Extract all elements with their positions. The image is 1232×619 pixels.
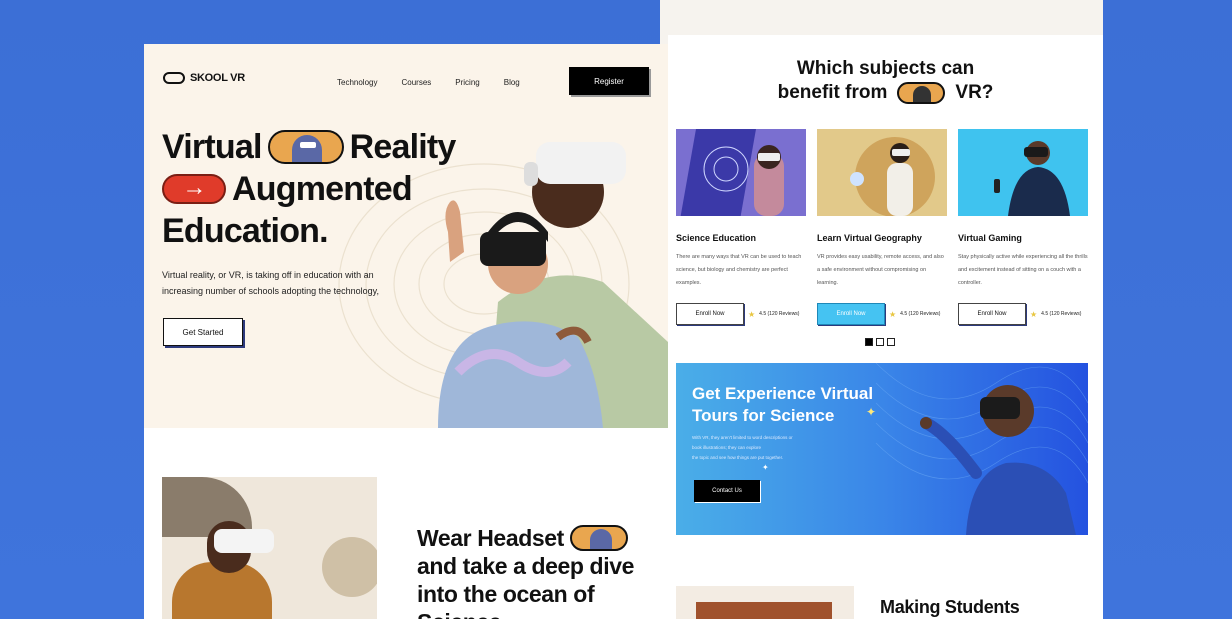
carousel-dot[interactable]: [876, 338, 884, 346]
virtual-tours-banner: Get Experience Virtual Tours for Science…: [676, 363, 1088, 535]
subject-card: Virtual Gaming Stay physically active wh…: [958, 129, 1088, 325]
subject-card: Science Education There are many ways th…: [676, 129, 806, 325]
card-desc: VR provides easy usability, remote acces…: [817, 254, 944, 286]
section-pill-image: [569, 525, 628, 551]
subject-cards: Science Education There are many ways th…: [676, 129, 1088, 325]
card-title: Learn Virtual Geography: [817, 233, 922, 243]
section-headset-title: Wear Headset and take a deep dive into t…: [417, 524, 634, 619]
virtual-geography-image: [817, 129, 947, 217]
contact-us-button[interactable]: Contact Us: [694, 480, 760, 502]
nav-item-courses[interactable]: Courses: [401, 78, 431, 87]
vr-headset-icon: [163, 72, 185, 84]
card-rating: 4.5 (120 Reviews): [1041, 311, 1082, 317]
hero-section: SKOOL VR Technology Courses Pricing Blog…: [144, 44, 668, 428]
sparkle-icon: ✦: [866, 405, 877, 419]
students-photo: [676, 586, 854, 619]
section-headset-line4: Science: [417, 608, 502, 619]
banner-description: With VR, they aren't limited to word des…: [692, 435, 793, 460]
enroll-now-button[interactable]: Enroll Now: [958, 303, 1026, 325]
card-desc: Stay physically active while experiencin…: [958, 254, 1088, 286]
science-education-image: [676, 129, 806, 216]
enroll-now-button[interactable]: Enroll Now: [817, 303, 885, 325]
landing-page-right: Which subjects can benefit from VR? Scie…: [668, 35, 1103, 619]
section-headset-line1: Wear Headset: [417, 525, 564, 551]
subjects-pill-image: [897, 82, 946, 104]
hero-photo: [438, 142, 668, 428]
card-title: Science Education: [676, 233, 757, 243]
hero-lead-text: Virtual reality, or VR, is taking off in…: [162, 270, 379, 296]
making-students-title: Making Students: [880, 597, 1020, 617]
subject-card: Learn Virtual Geography VR provides easy…: [817, 129, 947, 325]
star-icon: ★: [1030, 309, 1038, 319]
register-button[interactable]: Register: [569, 67, 649, 95]
arrow-right-icon: →: [162, 174, 226, 204]
card-desc: There are many ways that VR can be used …: [676, 254, 802, 286]
subjects-title-line2b: VR?: [955, 82, 994, 103]
hero-title-word-virtual: Virtual: [162, 128, 262, 166]
logo[interactable]: SKOOL VR: [163, 72, 245, 84]
card-title: Virtual Gaming: [958, 233, 1022, 243]
headset-photo: [162, 477, 377, 619]
get-started-button[interactable]: Get Started: [163, 318, 243, 346]
logo-text: SKOOL VR: [190, 72, 245, 84]
main-nav: Technology Courses Pricing Blog: [337, 78, 520, 87]
virtual-gaming-image: [958, 129, 1088, 216]
hero-title: Virtual Reality → Augmented Education.: [162, 126, 456, 252]
star-icon: ★: [748, 309, 756, 319]
hero-title-word-augmented: Augmented: [232, 170, 413, 208]
subjects-title-line1: Which subjects can: [796, 58, 975, 79]
enroll-now-button[interactable]: Enroll Now: [676, 303, 744, 325]
nav-item-technology[interactable]: Technology: [337, 78, 377, 87]
carousel-dots: [865, 338, 895, 346]
card-rating: 4.5 (120 Reviews): [900, 311, 941, 317]
star-icon: ★: [889, 309, 897, 319]
section-headset-line3: into the ocean of: [417, 581, 595, 607]
vr-man-photo: [920, 385, 1076, 535]
carousel-dot[interactable]: [887, 338, 895, 346]
hero-title-word-education: Education.: [162, 212, 329, 250]
hero-pill-image: [267, 130, 344, 164]
landing-page-left: SKOOL VR Technology Courses Pricing Blog…: [144, 44, 668, 619]
banner-title: Get Experience Virtual Tours for Science: [692, 384, 874, 425]
section-headset-line2: and take a deep dive: [417, 553, 634, 579]
subjects-title-line2a: benefit from: [777, 82, 888, 103]
sparkle-icon: ✦: [762, 463, 769, 472]
carousel-dot[interactable]: [865, 338, 873, 346]
subjects-title: Which subjects can benefit from VR?: [668, 57, 1103, 105]
nav-item-blog[interactable]: Blog: [504, 78, 520, 87]
card-rating: 4.5 (120 Reviews): [759, 311, 800, 317]
nav-item-pricing[interactable]: Pricing: [455, 78, 479, 87]
